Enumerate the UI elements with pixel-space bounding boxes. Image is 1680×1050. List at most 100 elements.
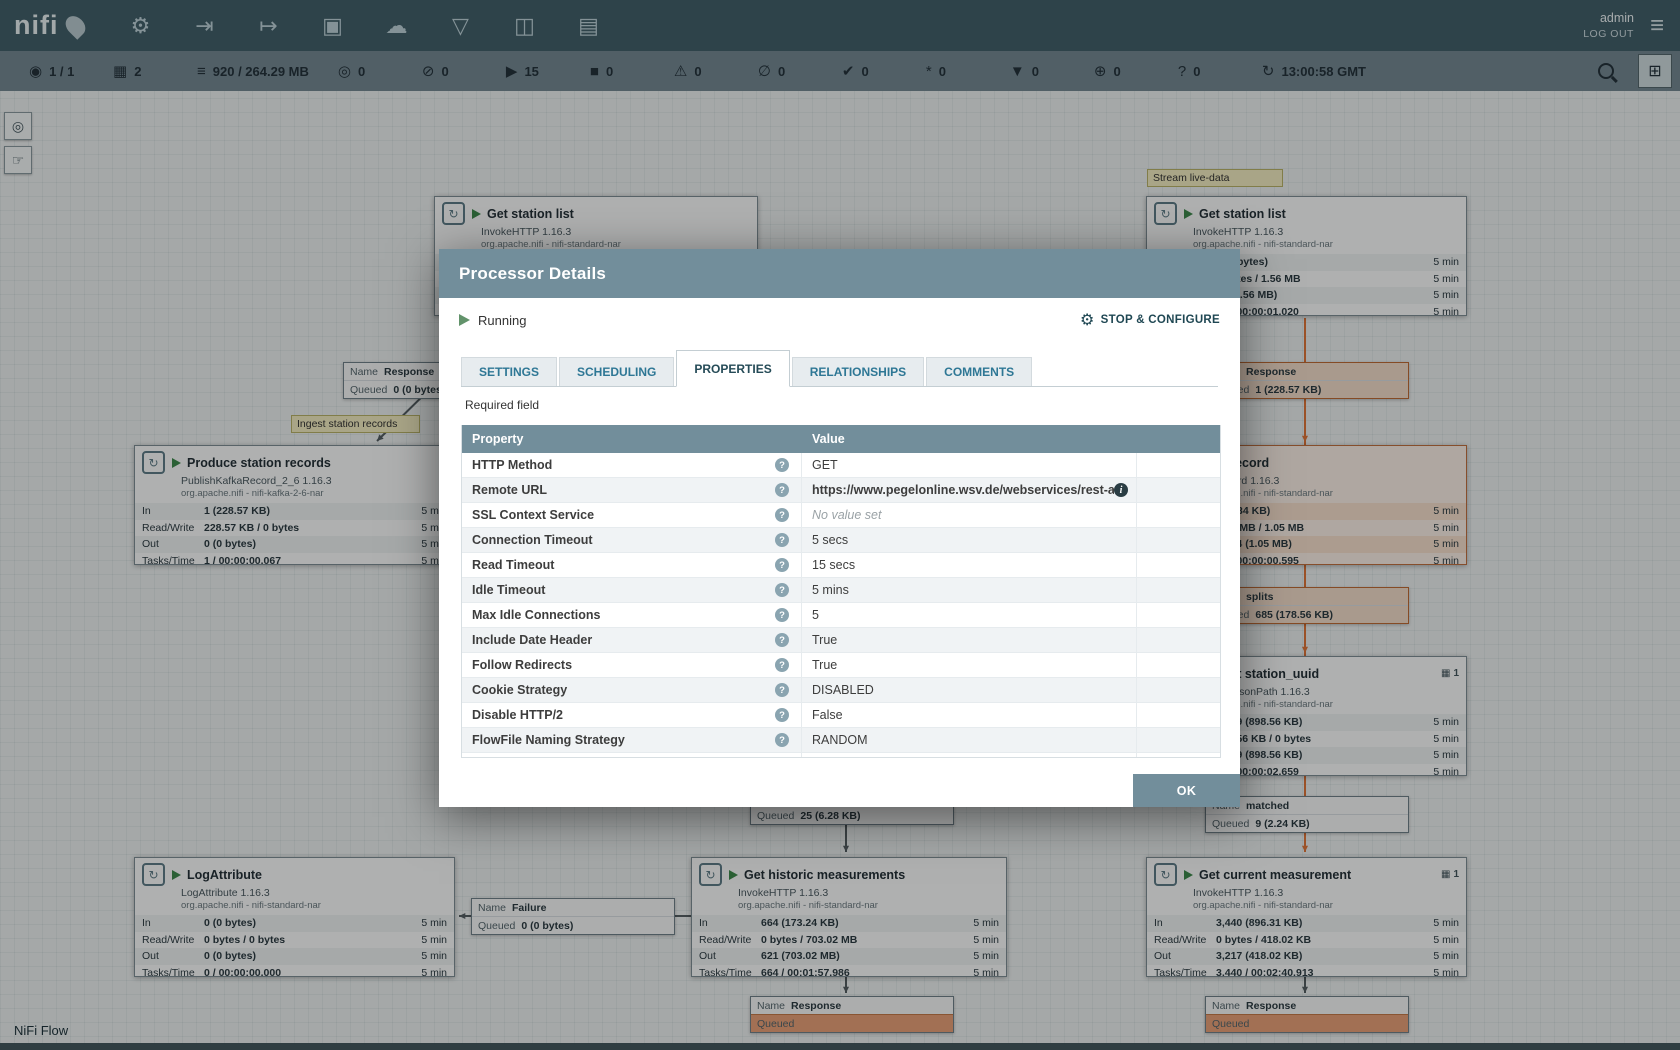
property-name: Connection Timeout xyxy=(472,533,593,547)
required-field-note: Required field xyxy=(465,398,1240,412)
property-row: Follow Redirects? True xyxy=(462,653,1220,678)
property-row: Max Idle Connections?5 xyxy=(462,603,1220,628)
property-name: FlowFile Naming Strategy xyxy=(472,733,625,747)
property-row: Remote URL? https://www.pegelonline.wsv.d… xyxy=(462,478,1220,503)
value-cell: No value set xyxy=(802,753,1137,758)
stop-and-configure-button[interactable]: ⚙ STOP & CONFIGURE xyxy=(1080,310,1220,330)
property-name: Cookie Strategy xyxy=(472,683,567,697)
help-icon[interactable]: ? xyxy=(775,483,789,497)
property-value: https://www.pegelonline.wsv.de/webservic… xyxy=(812,483,1114,497)
value-cell: GET xyxy=(802,453,1137,477)
property-cell: Attributes to Send? xyxy=(462,753,802,758)
row-gutter xyxy=(1137,478,1220,502)
property-cell: Include Date Header? xyxy=(462,628,802,652)
property-value: 5 secs xyxy=(812,533,848,547)
property-value: 5 mins xyxy=(812,583,849,597)
property-name: SSL Context Service xyxy=(472,508,594,522)
properties-table: Property Value HTTP Method? GET Remote URL… xyxy=(461,425,1221,758)
property-cell: SSL Context Service? xyxy=(462,503,802,527)
tab-comments[interactable]: COMMENTS xyxy=(926,357,1032,386)
row-gutter xyxy=(1137,603,1220,627)
help-icon[interactable]: ? xyxy=(775,508,789,522)
property-name: Disable HTTP/2 xyxy=(472,708,563,722)
help-icon[interactable]: ? xyxy=(775,458,789,472)
property-column-header: Property xyxy=(462,432,802,446)
property-name: Remote URL xyxy=(472,483,547,497)
row-gutter xyxy=(1137,753,1220,758)
property-name: Follow Redirects xyxy=(472,658,572,672)
value-cell: True xyxy=(802,653,1137,677)
help-icon[interactable]: ? xyxy=(775,633,789,647)
property-row: HTTP Method? GET xyxy=(462,453,1220,478)
value-cell: 5 secs xyxy=(802,528,1137,552)
help-icon[interactable]: ? xyxy=(775,683,789,697)
tab-scheduling[interactable]: SCHEDULING xyxy=(559,357,674,386)
property-value: RANDOM xyxy=(812,733,868,747)
info-icon[interactable]: i xyxy=(1114,483,1128,497)
property-cell: Cookie Strategy? xyxy=(462,678,802,702)
property-row: Idle Timeout? 5 mins xyxy=(462,578,1220,603)
row-gutter xyxy=(1137,703,1220,727)
ok-button[interactable]: OK xyxy=(1133,774,1240,807)
help-icon[interactable]: ? xyxy=(775,558,789,572)
help-icon[interactable]: ? xyxy=(775,533,789,547)
row-gutter xyxy=(1137,728,1220,752)
help-icon[interactable]: ? xyxy=(775,658,789,672)
row-gutter xyxy=(1137,653,1220,677)
property-name: Include Date Header xyxy=(472,633,592,647)
row-gutter xyxy=(1137,578,1220,602)
processor-details-dialog: Processor Details Running ⚙ STOP & CONFI… xyxy=(439,249,1240,807)
help-icon[interactable]: ? xyxy=(775,608,789,622)
property-row: Attributes to Send?No value set xyxy=(462,753,1220,758)
value-cell: https://www.pegelonline.wsv.de/webservic… xyxy=(802,478,1137,502)
run-status-label: Running xyxy=(478,313,526,328)
property-value: GET xyxy=(812,458,838,472)
property-value: True xyxy=(812,658,837,672)
property-cell: Read Timeout? xyxy=(462,553,802,577)
value-cell: 5 mins xyxy=(802,578,1137,602)
property-row: Read Timeout? 15 secs xyxy=(462,553,1220,578)
dialog-tabs: SETTINGSSCHEDULINGPROPERTIESRELATIONSHIP… xyxy=(461,349,1218,387)
property-cell: Follow Redirects? xyxy=(462,653,802,677)
property-value: 15 secs xyxy=(812,558,855,572)
row-gutter xyxy=(1137,453,1220,477)
value-cell: False xyxy=(802,703,1137,727)
property-cell: Connection Timeout? xyxy=(462,528,802,552)
help-icon[interactable]: ? xyxy=(775,583,789,597)
row-gutter xyxy=(1137,503,1220,527)
property-value: DISABLED xyxy=(812,683,874,697)
property-name: Read Timeout xyxy=(472,558,554,572)
property-value: True xyxy=(812,633,837,647)
help-icon[interactable]: ? xyxy=(775,708,789,722)
property-row: Include Date Header? True xyxy=(462,628,1220,653)
help-icon[interactable]: ? xyxy=(775,733,789,747)
tab-properties[interactable]: PROPERTIES xyxy=(676,350,789,387)
property-name: Max Idle Connections xyxy=(472,608,601,622)
row-gutter xyxy=(1137,528,1220,552)
value-cell: True xyxy=(802,628,1137,652)
property-value: No value set xyxy=(812,508,881,522)
property-row: Cookie Strategy? DISABLED xyxy=(462,678,1220,703)
value-cell: 5 xyxy=(802,603,1137,627)
tab-settings[interactable]: SETTINGS xyxy=(461,357,557,386)
value-cell: DISABLED xyxy=(802,678,1137,702)
value-cell: No value set xyxy=(802,503,1137,527)
property-cell: Disable HTTP/2? xyxy=(462,703,802,727)
properties-table-header: Property Value xyxy=(462,425,1220,453)
row-gutter xyxy=(1137,628,1220,652)
property-cell: Idle Timeout? xyxy=(462,578,802,602)
property-row: SSL Context Service? No value set xyxy=(462,503,1220,528)
property-value: False xyxy=(812,708,843,722)
stop-configure-icon: ⚙ xyxy=(1080,310,1095,330)
property-cell: Max Idle Connections? xyxy=(462,603,802,627)
value-cell: RANDOM xyxy=(802,728,1137,752)
property-name: HTTP Method xyxy=(472,458,552,472)
properties-table-body: HTTP Method? GET Remote URL? https://www.pe… xyxy=(462,453,1220,758)
property-row: FlowFile Naming Strategy? RANDOM xyxy=(462,728,1220,753)
property-row: Disable HTTP/2? False xyxy=(462,703,1220,728)
row-gutter xyxy=(1137,553,1220,577)
tab-relationships[interactable]: RELATIONSHIPS xyxy=(792,357,924,386)
property-cell: Remote URL? xyxy=(462,478,802,502)
running-status-icon xyxy=(459,314,470,326)
property-row: Connection Timeout? 5 secs xyxy=(462,528,1220,553)
